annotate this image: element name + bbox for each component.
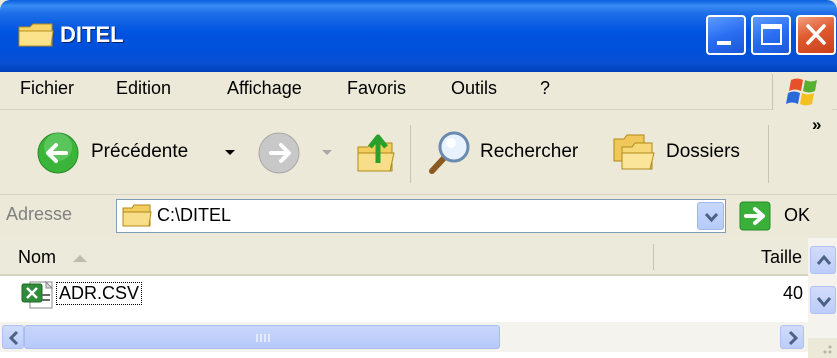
- menu-item-outils[interactable]: Outils: [451, 78, 497, 99]
- column-name-label: Nom: [18, 247, 57, 267]
- address-value: C:\DITEL: [157, 205, 232, 225]
- menu-item-favoris[interactable]: Favoris: [347, 78, 406, 99]
- file-size: 40 Ko: [783, 283, 808, 303]
- chevron-down-icon: [704, 212, 719, 223]
- resize-grip[interactable]: [808, 338, 837, 358]
- address-label: Adresse: [6, 204, 73, 224]
- column-size-label: Taille: [761, 247, 803, 267]
- forward-dropdown-icon: [322, 150, 332, 155]
- back-label: Précédente: [91, 141, 189, 162]
- up-folder-button[interactable]: [352, 127, 398, 177]
- resize-grip-icon: [823, 345, 832, 354]
- folders-label: Dossiers: [666, 141, 740, 162]
- chevron-up-icon: [816, 254, 832, 265]
- vertical-scrollbar[interactable]: [808, 238, 837, 338]
- close-button[interactable]: [796, 15, 836, 55]
- chevron-right-icon: [788, 330, 799, 346]
- chevron-down-icon: [816, 297, 832, 308]
- menu-item-affichage[interactable]: Affichage: [227, 78, 302, 99]
- address-dropdown-button[interactable]: [697, 202, 724, 230]
- chevron-left-icon: [8, 330, 19, 346]
- close-icon: [806, 24, 826, 45]
- column-header-row: Nom Taille: [0, 238, 808, 276]
- toolbar-separator: [768, 125, 769, 183]
- maximize-button[interactable]: [751, 15, 791, 55]
- minimize-button[interactable]: [706, 15, 746, 55]
- scroll-down-button[interactable]: [810, 286, 836, 314]
- menu-item-edition[interactable]: Edition: [116, 78, 171, 99]
- toolbar: Précédente Rechercher Dossiers »: [0, 111, 837, 195]
- windows-flag-icon: [786, 78, 817, 106]
- search-button[interactable]: Rechercher: [424, 127, 594, 177]
- forward-arrow-icon: [258, 132, 300, 174]
- horizontal-scroll-thumb[interactable]: [24, 325, 500, 349]
- address-bar: Adresse C:\DITEL OK: [0, 196, 837, 236]
- go-button[interactable]: [738, 200, 828, 232]
- folders-icon: [613, 134, 655, 170]
- scroll-right-button[interactable]: [780, 325, 804, 349]
- folders-button[interactable]: Dossiers: [610, 127, 760, 177]
- scroll-up-button[interactable]: [810, 246, 836, 274]
- go-arrow-icon: [739, 201, 771, 231]
- forward-button[interactable]: [257, 131, 337, 175]
- back-dropdown-icon[interactable]: [224, 148, 236, 158]
- horizontal-scrollbar[interactable]: [0, 322, 808, 352]
- magnifier-icon: [429, 131, 470, 174]
- title-bar[interactable]: DITEL: [0, 0, 837, 72]
- sort-ascending-icon: [73, 255, 87, 262]
- folder-icon: [18, 23, 54, 47]
- window-title: DITEL: [60, 22, 124, 47]
- toolbar-separator: [410, 125, 411, 183]
- grip-icon: [256, 334, 270, 342]
- menu-item-fichier[interactable]: Fichier: [20, 78, 74, 99]
- folder-up-icon: [357, 134, 395, 172]
- windows-logo: [772, 74, 832, 110]
- file-name[interactable]: ADR.CSV: [55, 282, 143, 305]
- column-header-name[interactable]: Nom: [0, 238, 653, 276]
- go-label: OK: [784, 205, 811, 225]
- explorer-window: DITEL Fichier Edition Affichage Favoris …: [0, 0, 837, 358]
- search-label: Rechercher: [480, 141, 579, 162]
- column-header-size[interactable]: Taille: [654, 238, 808, 276]
- back-button[interactable]: Précédente: [36, 131, 266, 175]
- menu-item-help[interactable]: ?: [540, 78, 550, 99]
- address-input[interactable]: C:\DITEL: [116, 199, 726, 233]
- minimize-icon: [717, 41, 731, 45]
- folder-icon: [122, 204, 152, 227]
- excel-csv-file-icon: [21, 280, 54, 309]
- menu-bar: Fichier Edition Affichage Favoris Outils…: [0, 72, 837, 110]
- maximize-icon: [761, 24, 782, 45]
- table-row[interactable]: ADR.CSV 40 Ko: [0, 278, 808, 312]
- toolbar-overflow-chevron[interactable]: »: [812, 115, 821, 135]
- back-arrow-icon: [37, 132, 79, 174]
- scroll-left-button[interactable]: [2, 325, 24, 349]
